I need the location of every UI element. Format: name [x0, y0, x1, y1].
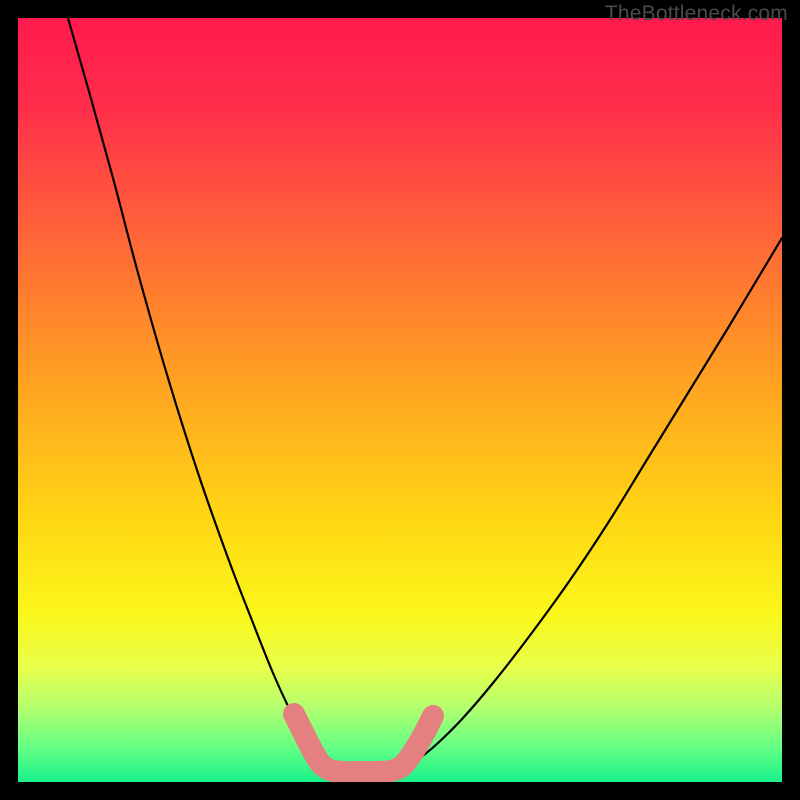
curve-plot	[18, 18, 782, 782]
marker-band	[294, 714, 433, 772]
watermark-text: TheBottleneck.com	[605, 2, 788, 26]
markers-group	[294, 714, 433, 772]
chart-area	[18, 18, 782, 782]
series-right-curve	[395, 238, 782, 771]
series-left-curve	[68, 18, 332, 770]
curves-group	[68, 18, 782, 772]
